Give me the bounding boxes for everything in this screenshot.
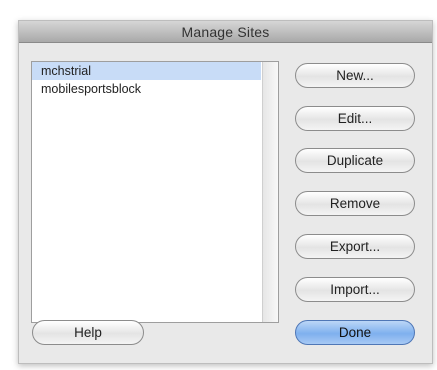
- import-button[interactable]: Import...: [295, 277, 415, 302]
- remove-button[interactable]: Remove: [295, 191, 415, 216]
- site-list-item[interactable]: mobilesportsblock: [32, 80, 261, 98]
- export-button[interactable]: Export...: [295, 234, 415, 259]
- dialog-title: Manage Sites: [181, 23, 270, 40]
- list-scrollbar[interactable]: [262, 62, 278, 322]
- edit-button[interactable]: Edit...: [295, 106, 415, 131]
- done-button[interactable]: Done: [295, 320, 415, 345]
- duplicate-button[interactable]: Duplicate: [295, 148, 415, 173]
- sites-list: mchstrial mobilesportsblock: [32, 62, 261, 322]
- site-list-item[interactable]: mchstrial: [32, 62, 261, 80]
- new-button[interactable]: New...: [295, 63, 415, 88]
- dialog-titlebar[interactable]: Manage Sites: [19, 21, 432, 43]
- sites-list-box: mchstrial mobilesportsblock: [31, 61, 279, 323]
- help-button[interactable]: Help: [32, 320, 144, 345]
- manage-sites-dialog: Manage Sites mchstrial mobilesportsblock…: [18, 20, 433, 364]
